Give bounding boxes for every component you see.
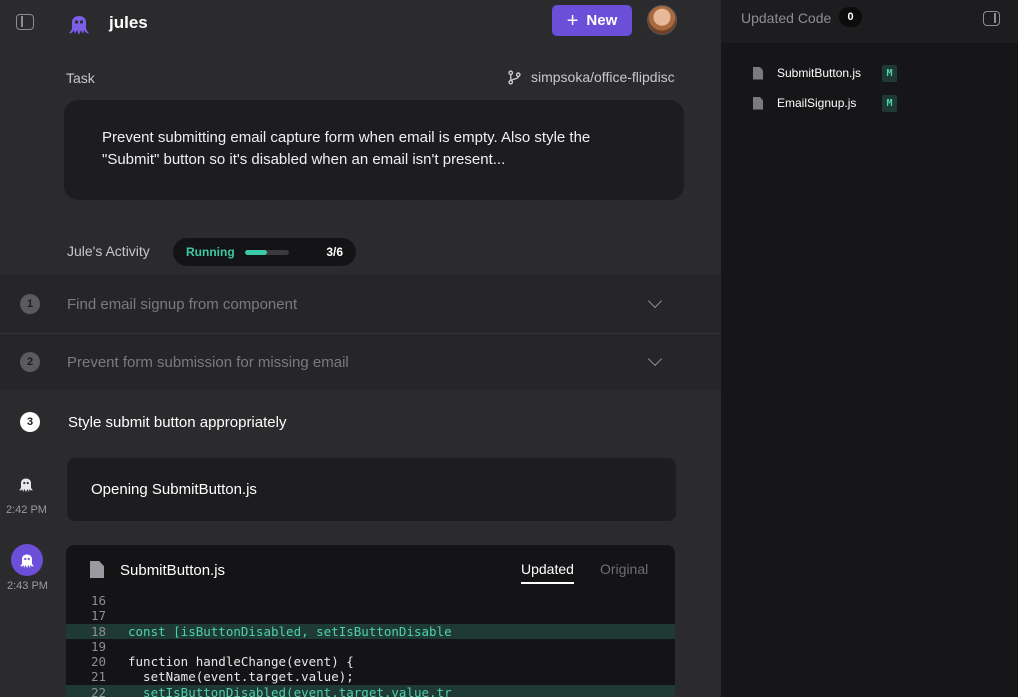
tab-updated[interactable]: Updated xyxy=(521,561,574,584)
message-card: Opening SubmitButton.js xyxy=(67,458,676,521)
code-line: 19 xyxy=(66,639,675,654)
panel-toggle-button[interactable] xyxy=(983,11,1000,26)
line-number: 22 xyxy=(90,684,106,697)
chevron-down-icon[interactable] xyxy=(647,293,663,309)
code-line: 18 const [isButtonDisabled, setIsButtonDi… xyxy=(66,623,675,639)
new-button-label: New xyxy=(586,12,618,29)
code-lines: 16 17 18 const [isButtonDisabled, setIsButt… xyxy=(66,593,675,697)
task-label: Task xyxy=(66,70,95,86)
step-title: Style submit button appropriately xyxy=(68,413,287,431)
code-viewer-header: SubmitButton.js Updated Original xyxy=(66,545,675,591)
step-3[interactable]: 3 Style submit button appropriately xyxy=(0,392,721,452)
line-number: 20 xyxy=(90,654,106,670)
message-text: Opening SubmitButton.js xyxy=(91,481,257,498)
chevron-down-icon[interactable] xyxy=(647,351,663,367)
step-2[interactable]: 2 Prevent form submission for missing em… xyxy=(0,334,721,390)
file-row[interactable]: SubmitButton.js M xyxy=(753,63,913,83)
code-text: setName(event.target.value); xyxy=(128,669,354,685)
file-name: EmailSignup.js xyxy=(777,96,857,110)
line-number: 16 xyxy=(90,593,106,608)
jules-bot-avatar xyxy=(11,544,43,576)
progress-fill xyxy=(244,249,267,255)
sidebar-toggle-button[interactable] xyxy=(16,14,34,30)
code-text: const [isButtonDisabled, setIsButtonDisa… xyxy=(128,623,452,639)
code-line: 17 xyxy=(66,608,675,623)
task-description-card: Prevent submitting email capture form wh… xyxy=(64,100,684,200)
file-row[interactable]: EmailSignup.js M xyxy=(753,93,913,113)
jules-bot-icon xyxy=(20,554,34,568)
tab-original[interactable]: Original xyxy=(600,561,648,577)
new-task-button[interactable]: + New xyxy=(552,5,632,36)
code-line: 16 xyxy=(66,593,675,608)
step-number: 1 xyxy=(20,294,40,314)
plus-icon: + xyxy=(566,9,579,32)
step-title: Find email signup from component xyxy=(67,295,298,313)
line-number: 21 xyxy=(90,669,106,685)
modified-badge: M xyxy=(882,64,897,82)
code-line: 22 setIsButtonDisabled(event.target.valu… xyxy=(66,684,675,697)
git-branch-icon xyxy=(508,69,521,85)
file-icon xyxy=(753,96,763,110)
modified-badge: M xyxy=(882,94,897,112)
jules-bot-icon xyxy=(19,478,33,492)
message-time: 2:42 PM xyxy=(6,504,47,516)
code-line: 20 function handleChange(event) { xyxy=(66,654,675,669)
progress-bar xyxy=(244,249,289,255)
code-line: 21 setName(event.target.value); xyxy=(66,669,675,684)
step-title: Prevent form submission for missing emai… xyxy=(67,353,349,371)
line-number: 19 xyxy=(90,638,106,654)
file-icon xyxy=(753,66,763,80)
code-viewer: SubmitButton.js Updated Original 16 17 18 c… xyxy=(66,545,675,697)
main-panel: jules + New Task simpsoka/office-flipdis… xyxy=(0,0,721,697)
step-1[interactable]: 1 Find email signup from component xyxy=(0,275,721,333)
line-number: 17 xyxy=(90,608,106,624)
step-number: 3 xyxy=(20,412,40,432)
status-text: Running xyxy=(186,245,235,259)
updated-code-panel: Updated Code 0 SubmitButton.js M EmailSign… xyxy=(721,0,1018,697)
step-number: 2 xyxy=(20,352,40,372)
line-number: 18 xyxy=(90,623,106,639)
file-name: SubmitButton.js xyxy=(777,66,862,80)
code-text: setIsButtonDisabled(event.target.value.t… xyxy=(128,684,452,697)
code-file-name: SubmitButton.js xyxy=(120,562,226,579)
code-text: function handleChange(event) { xyxy=(128,654,354,670)
updated-code-header: Updated Code 0 xyxy=(721,0,1018,43)
jules-logo-icon xyxy=(69,16,89,35)
status-pill: Running 3/6 xyxy=(173,238,356,266)
status-count: 3/6 xyxy=(326,245,343,259)
message-time: 2:43 PM xyxy=(7,580,48,592)
activity-label: Jule's Activity xyxy=(67,243,150,259)
user-avatar[interactable] xyxy=(647,5,677,35)
brand-name: jules xyxy=(109,13,148,32)
repo-link[interactable]: simpsoka/office-flipdisc xyxy=(507,69,675,85)
updated-code-count: 0 xyxy=(839,7,862,27)
file-icon xyxy=(90,561,104,578)
updated-code-title: Updated Code xyxy=(741,10,832,26)
task-description: Prevent submitting email capture form wh… xyxy=(102,129,591,168)
repo-name: simpsoka/office-flipdisc xyxy=(531,69,675,85)
